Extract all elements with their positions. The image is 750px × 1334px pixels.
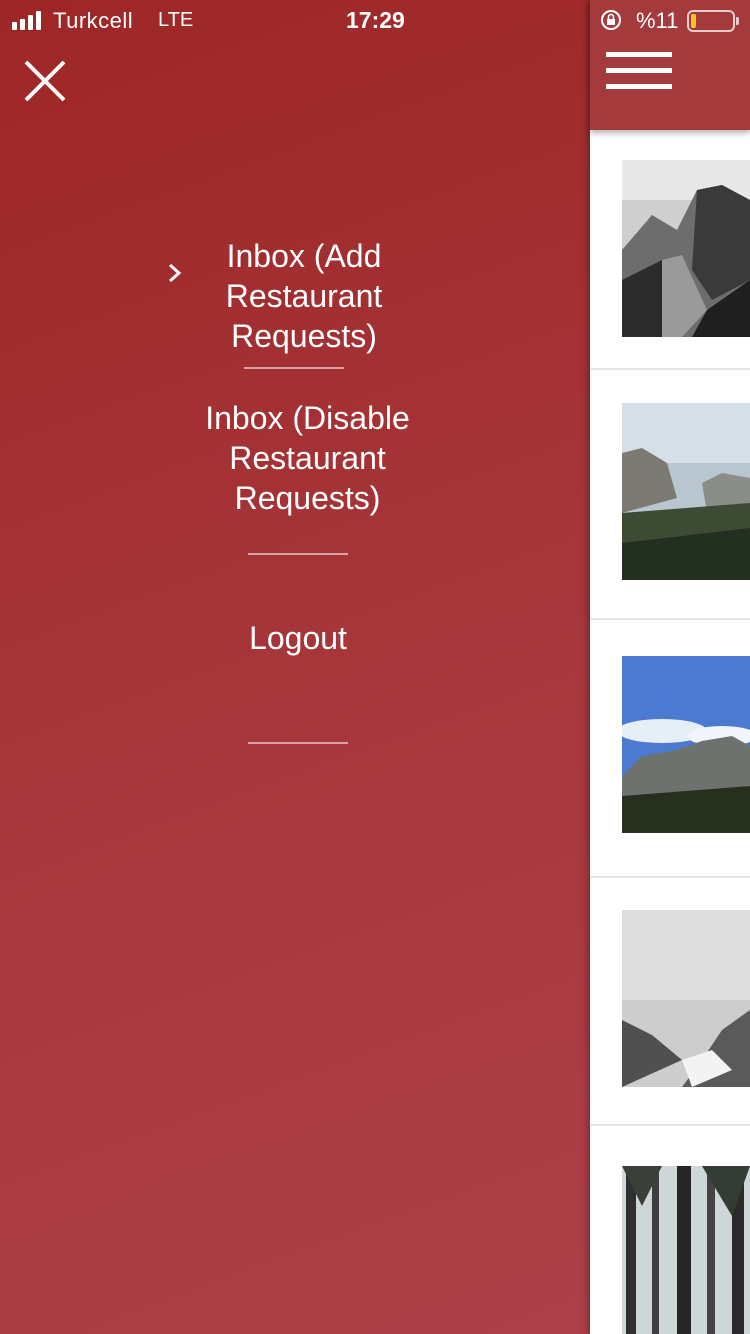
valley-photo (622, 403, 750, 580)
menu-divider (244, 367, 344, 369)
status-bar: Turkcell LTE 17:29 %11 (0, 0, 750, 40)
foggy-valley-photo (622, 910, 750, 1087)
menu-item-label-line: Requests) (234, 480, 381, 516)
menu-item-label-line: Requests) (231, 318, 377, 354)
chevron-right-icon (166, 261, 184, 285)
mountain-photo-bw (622, 160, 750, 337)
signal-strength-icon (12, 10, 41, 30)
network-type: LTE (158, 9, 194, 31)
battery-cap (736, 17, 739, 25)
list-item[interactable] (590, 130, 750, 370)
list-item[interactable] (590, 620, 750, 878)
carrier-name: Turkcell (53, 8, 134, 33)
menu-item-label-line: Restaurant (225, 278, 383, 314)
battery-percent: %11 (636, 8, 679, 33)
list-item[interactable] (590, 878, 750, 1126)
menu-item-label-line: Inbox (Add (226, 238, 382, 274)
main-content (590, 0, 750, 1334)
menu-divider (248, 553, 348, 555)
menu-item-inbox-add-restaurant[interactable]: Inbox (Add Restaurant Requests) (214, 236, 394, 356)
menu-item-label-line: Logout (249, 620, 347, 656)
side-drawer: Inbox (Add Restaurant Requests) Inbox (D… (0, 0, 590, 1334)
menu-divider (248, 742, 348, 744)
list-item[interactable] (590, 370, 750, 620)
menu-item-logout[interactable]: Logout (208, 618, 388, 658)
clock: 17:29 (346, 7, 405, 33)
hamburger-menu-icon[interactable] (606, 52, 672, 92)
menu-item-label-line: Inbox (Disable (205, 400, 410, 436)
close-icon[interactable] (22, 58, 68, 104)
menu-item-label-line: Restaurant (229, 440, 386, 476)
battery-icon (687, 10, 735, 32)
menu-item-inbox-disable-restaurant[interactable]: Inbox (Disable Restaurant Requests) (180, 398, 435, 518)
forest-photo (622, 1166, 750, 1334)
rotation-lock-icon (600, 9, 622, 31)
list-item[interactable] (590, 1126, 750, 1334)
mountain-blue-sky-photo (622, 656, 750, 833)
